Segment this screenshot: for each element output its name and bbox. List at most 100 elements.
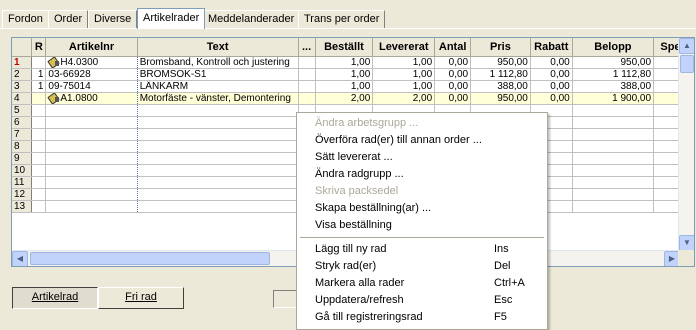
cell-rabatt[interactable]: 0,00 bbox=[530, 92, 573, 105]
cell-artikelnr[interactable]: 03-66928 bbox=[45, 68, 138, 81]
vertical-scroll-thumb[interactable] bbox=[680, 55, 694, 73]
cell-r[interactable] bbox=[31, 104, 47, 117]
cell-antal[interactable]: 0,00 bbox=[434, 68, 472, 81]
cell-bestallt[interactable]: 1,00 bbox=[315, 80, 374, 93]
menu-item-11[interactable]: Gå till registreringsrad F5 bbox=[298, 309, 546, 326]
cell-text[interactable]: Bromsband, Kontroll och justering bbox=[137, 56, 299, 69]
cell-belopp[interactable] bbox=[572, 104, 655, 117]
row-number[interactable]: 7 bbox=[12, 128, 33, 141]
cell-text[interactable] bbox=[137, 140, 299, 153]
col-header-row-number[interactable] bbox=[12, 38, 33, 57]
cell-artikelnr[interactable] bbox=[45, 116, 138, 129]
cell-belopp[interactable]: 1 112,80 bbox=[572, 68, 655, 81]
menu-item-2[interactable]: Sätt levererat ... bbox=[298, 149, 546, 166]
menu-item-5[interactable]: Skapa beställning(ar) ... bbox=[298, 200, 546, 217]
row-number[interactable]: 13 bbox=[12, 200, 33, 213]
cell-more[interactable] bbox=[298, 68, 316, 81]
cell-r[interactable] bbox=[31, 176, 47, 189]
table-row[interactable]: 3 1 09-75014 LÄNKARM 1,00 1,00 0,00 388,00 0,00 3… bbox=[12, 80, 694, 93]
scroll-left-icon[interactable]: ◀ bbox=[12, 251, 28, 266]
cell-belopp[interactable] bbox=[572, 188, 655, 201]
cell-r[interactable]: 1 bbox=[31, 68, 47, 81]
cell-text[interactable] bbox=[137, 152, 299, 165]
cell-pris[interactable]: 950,00 bbox=[470, 56, 531, 69]
col-header-more[interactable]: ... bbox=[298, 38, 316, 57]
cell-more[interactable] bbox=[298, 92, 316, 105]
row-number[interactable]: 9 bbox=[12, 152, 33, 165]
cell-text[interactable]: Motorfäste - vänster, Demontering bbox=[137, 92, 299, 105]
menu-item-1[interactable]: Överföra rad(er) till annan order ... bbox=[298, 132, 546, 149]
menu-item-6[interactable]: Visa beställning bbox=[298, 217, 546, 234]
cell-pris[interactable]: 950,00 bbox=[470, 92, 531, 105]
row-number[interactable]: 4 bbox=[12, 92, 33, 105]
cell-antal[interactable]: 0,00 bbox=[434, 80, 472, 93]
tab-artikelrader[interactable]: Artikelrader bbox=[137, 8, 206, 29]
cell-text[interactable] bbox=[137, 176, 299, 189]
cell-belopp[interactable] bbox=[572, 164, 655, 177]
cell-r[interactable] bbox=[31, 116, 47, 129]
cell-rabatt[interactable]: 0,00 bbox=[530, 56, 573, 69]
cell-more[interactable] bbox=[298, 80, 316, 93]
row-number[interactable]: 3 bbox=[12, 80, 33, 93]
cell-text[interactable] bbox=[137, 104, 299, 117]
cell-pris[interactable]: 388,00 bbox=[470, 80, 531, 93]
cell-rabatt[interactable]: 0,00 bbox=[530, 68, 573, 81]
cell-belopp[interactable]: 1 900,00 bbox=[572, 92, 655, 105]
cell-pris[interactable]: 1 112,80 bbox=[470, 68, 531, 81]
cell-r[interactable] bbox=[31, 128, 47, 141]
cell-bestallt[interactable]: 1,00 bbox=[315, 56, 374, 69]
cell-r[interactable] bbox=[31, 92, 47, 105]
row-number[interactable]: 2 bbox=[12, 68, 33, 81]
menu-item-0[interactable]: Ändra arbetsgrupp ... bbox=[298, 115, 546, 132]
cell-artikelnr[interactable]: H4.0300 bbox=[45, 56, 138, 69]
cell-r[interactable] bbox=[31, 140, 47, 153]
cell-text[interactable]: BROMSOK-S1 bbox=[137, 68, 299, 81]
cell-belopp[interactable]: 950,00 bbox=[572, 56, 655, 69]
fri-rad-button[interactable]: Fri rad bbox=[98, 287, 184, 309]
cell-levererat[interactable]: 2,00 bbox=[372, 92, 436, 105]
tab-order[interactable]: Order bbox=[48, 10, 89, 28]
row-number[interactable]: 1 bbox=[12, 56, 33, 69]
cell-bestallt[interactable]: 1,00 bbox=[315, 68, 374, 81]
scroll-down-icon[interactable]: ▼ bbox=[679, 235, 694, 251]
cell-r[interactable] bbox=[31, 200, 47, 213]
cell-artikelnr[interactable]: A1.0800 bbox=[45, 92, 138, 105]
table-row[interactable]: 1 H4.0300 Bromsband, Kontroll och justerin… bbox=[12, 56, 694, 69]
cell-belopp[interactable] bbox=[572, 116, 655, 129]
cell-levererat[interactable]: 1,00 bbox=[372, 68, 436, 81]
cell-belopp[interactable] bbox=[572, 176, 655, 189]
col-header-pris[interactable]: Pris bbox=[470, 38, 531, 57]
cell-antal[interactable]: 0,00 bbox=[434, 56, 472, 69]
cell-r[interactable] bbox=[31, 164, 47, 177]
cell-rabatt[interactable]: 0,00 bbox=[530, 80, 573, 93]
menu-item-10[interactable]: Uppdatera/refresh Esc bbox=[298, 292, 546, 309]
row-number[interactable]: 6 bbox=[12, 116, 33, 129]
tab-diverse[interactable]: Diverse bbox=[88, 10, 138, 28]
cell-artikelnr[interactable] bbox=[45, 104, 138, 117]
row-number[interactable]: 11 bbox=[12, 176, 33, 189]
col-header-bestallt[interactable]: Beställt bbox=[315, 38, 374, 57]
cell-levererat[interactable]: 1,00 bbox=[372, 80, 436, 93]
cell-text[interactable] bbox=[137, 200, 299, 213]
cell-r[interactable] bbox=[31, 188, 47, 201]
cell-text[interactable] bbox=[137, 188, 299, 201]
cell-artikelnr[interactable] bbox=[45, 188, 138, 201]
row-number[interactable]: 10 bbox=[12, 164, 33, 177]
cell-levererat[interactable]: 1,00 bbox=[372, 56, 436, 69]
tab-fordon[interactable]: Fordon bbox=[2, 10, 49, 28]
cell-r[interactable] bbox=[31, 152, 47, 165]
scroll-up-icon[interactable]: ▲ bbox=[679, 38, 694, 54]
col-header-belopp[interactable]: Belopp bbox=[572, 38, 655, 57]
menu-item-3[interactable]: Ändra radgrupp ... bbox=[298, 166, 546, 183]
vertical-scrollbar[interactable]: ▲ ▼ bbox=[678, 38, 694, 251]
cell-r[interactable] bbox=[31, 56, 47, 69]
row-number[interactable]: 5 bbox=[12, 104, 33, 117]
tab-meddelanderader[interactable]: Meddelanderader bbox=[202, 10, 301, 28]
row-number[interactable]: 8 bbox=[12, 140, 33, 153]
cell-belopp[interactable] bbox=[572, 200, 655, 213]
cell-antal[interactable]: 0,00 bbox=[434, 92, 472, 105]
col-header-artikelnr[interactable]: Artikelnr bbox=[45, 38, 138, 57]
cell-belopp[interactable]: 388,00 bbox=[572, 80, 655, 93]
table-row[interactable]: 4 A1.0800 Motorfäste - vänster, Demonterin… bbox=[12, 92, 694, 105]
col-header-antal[interactable]: Antal bbox=[434, 38, 472, 57]
